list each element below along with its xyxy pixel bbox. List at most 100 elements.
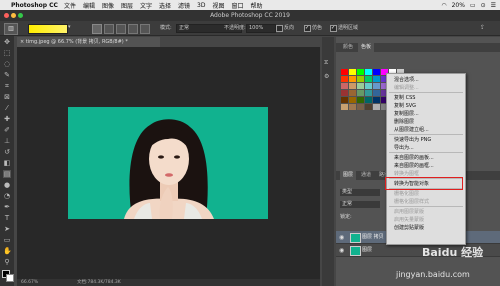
menu-filter[interactable]: 滤镜 — [178, 1, 190, 10]
menu-view[interactable]: 视图 — [212, 1, 224, 10]
gradient-tool-icon[interactable]: ▤ — [3, 170, 11, 178]
layer-filter-kind-select[interactable]: 类型 — [340, 189, 380, 196]
color-swatch[interactable] — [357, 83, 364, 89]
brush-tool-icon[interactable]: ✐ — [3, 126, 11, 134]
notification-center-icon[interactable]: ☰ — [491, 2, 496, 9]
zoom-level[interactable]: 66.67% — [21, 279, 38, 286]
document-tab[interactable]: × timg.jpeg @ 66.7% (背景 拷贝, RGB/8#) * — [17, 37, 160, 47]
color-swatch[interactable] — [341, 104, 348, 110]
stamp-tool-icon[interactable]: ⊥ — [3, 137, 11, 145]
healing-brush-tool-icon[interactable]: ✚ — [3, 115, 11, 123]
share-icon[interactable]: ⇪ — [480, 24, 485, 31]
color-swatch[interactable] — [341, 97, 348, 103]
context-menu-item[interactable]: 混合选项... — [394, 77, 419, 83]
app-name-menu[interactable]: Photoshop CC — [11, 2, 58, 9]
context-menu-item[interactable]: 导出为... — [394, 145, 414, 151]
tab-layers[interactable]: 图层 — [340, 171, 357, 180]
color-swatch[interactable] — [365, 76, 372, 82]
quick-select-tool-icon[interactable]: ✎ — [3, 71, 11, 79]
color-swatch[interactable] — [365, 69, 372, 75]
dither-checkbox[interactable]: ✓ — [304, 25, 311, 32]
context-menu-item[interactable]: 来自图层的画板... — [394, 155, 434, 161]
radial-gradient-icon[interactable] — [104, 24, 114, 34]
color-swatch[interactable] — [341, 76, 348, 82]
close-window-icon[interactable] — [4, 13, 9, 18]
context-menu-item[interactable]: 复制图层... — [394, 111, 419, 117]
tab-swatches[interactable]: 色板 — [358, 43, 375, 52]
move-tool-icon[interactable]: ✥ — [3, 38, 11, 46]
context-menu-item[interactable]: 创建剪贴蒙版 — [394, 225, 424, 231]
color-swatch[interactable] — [373, 90, 380, 96]
pen-tool-icon[interactable]: ✒ — [3, 203, 11, 211]
crop-tool-icon[interactable]: ⌗ — [3, 82, 11, 90]
color-swatch[interactable] — [373, 69, 380, 75]
context-menu-item[interactable]: 来自图层的画框... — [394, 163, 434, 169]
minimize-window-icon[interactable] — [11, 13, 16, 18]
context-menu-item[interactable]: 复制 SVG — [394, 103, 416, 109]
color-swatch[interactable] — [357, 69, 364, 75]
reflected-gradient-icon[interactable] — [128, 24, 138, 34]
layer-name[interactable]: 图层 — [362, 246, 372, 253]
visibility-eye-icon[interactable]: ◉ — [339, 247, 344, 254]
menu-layer[interactable]: 图层 — [121, 1, 133, 10]
reverse-checkbox[interactable] — [276, 25, 283, 32]
color-swatch[interactable] — [373, 104, 380, 110]
document-image[interactable] — [68, 107, 268, 219]
tab-color[interactable]: 颜色 — [340, 43, 356, 52]
color-swatch[interactable] — [365, 90, 372, 96]
color-swatch[interactable] — [341, 90, 348, 96]
eraser-tool-icon[interactable]: ◧ — [3, 159, 11, 167]
color-swatch[interactable] — [341, 83, 348, 89]
marquee-tool-icon[interactable]: ⬚ — [3, 49, 11, 57]
tool-preset-icon[interactable]: ▥ — [4, 23, 18, 35]
linear-gradient-icon[interactable] — [92, 24, 102, 34]
battery-icon[interactable]: ▭ — [470, 2, 476, 9]
color-swatch[interactable] — [349, 83, 356, 89]
visibility-eye-icon[interactable]: ◉ — [339, 234, 344, 241]
context-menu-item[interactable]: 快速导出为 PNG — [394, 137, 431, 143]
context-menu-item[interactable]: 复制 CSS — [394, 95, 415, 101]
shape-tool-icon[interactable]: ▭ — [3, 236, 11, 244]
zoom-tool-icon[interactable]: ⚲ — [3, 258, 11, 266]
tab-channels[interactable]: 通道 — [358, 171, 374, 180]
blend-mode-select[interactable]: 正常 — [340, 201, 380, 208]
history-panel-icon[interactable]: ⧖ — [324, 59, 328, 67]
frame-tool-icon[interactable]: ⊠ — [3, 93, 11, 101]
layer-name[interactable]: 图层 拷贝 — [362, 233, 384, 240]
menu-file[interactable]: 文件 — [64, 1, 76, 10]
maximize-window-icon[interactable] — [18, 13, 23, 18]
color-swatch[interactable] — [341, 69, 348, 75]
context-menu-item[interactable]: 删除图层 — [394, 119, 414, 125]
menu-edit[interactable]: 编辑 — [83, 1, 95, 10]
color-swatch[interactable] — [365, 83, 372, 89]
menu-type[interactable]: 文字 — [140, 1, 152, 10]
type-tool-icon[interactable]: T — [3, 214, 11, 222]
dodge-tool-icon[interactable]: ◔ — [3, 192, 11, 200]
color-swatch[interactable] — [349, 90, 356, 96]
gradient-preview[interactable] — [28, 24, 68, 34]
angle-gradient-icon[interactable] — [116, 24, 126, 34]
color-swatch[interactable] — [349, 69, 356, 75]
gradient-dropdown-chevron-icon[interactable]: ▾ — [68, 24, 71, 30]
menu-3d[interactable]: 3D — [197, 2, 205, 9]
color-swatch[interactable] — [349, 97, 356, 103]
history-brush-tool-icon[interactable]: ↺ — [3, 148, 11, 156]
color-swatch[interactable] — [365, 97, 372, 103]
background-color-swatch[interactable] — [6, 274, 14, 282]
context-menu-item[interactable]: 从图层建立组... — [394, 127, 429, 133]
wifi-icon[interactable]: ◠ — [441, 2, 446, 9]
color-swatch[interactable] — [349, 76, 356, 82]
diamond-gradient-icon[interactable] — [140, 24, 150, 34]
hand-tool-icon[interactable]: ✋ — [3, 247, 12, 255]
menu-select[interactable]: 选择 — [159, 1, 171, 10]
opacity-input[interactable]: 100% — [246, 24, 276, 33]
color-swatch[interactable] — [357, 104, 364, 110]
color-swatch[interactable] — [373, 97, 380, 103]
path-select-tool-icon[interactable]: ➤ — [3, 225, 11, 233]
color-swatch[interactable] — [373, 76, 380, 82]
blur-tool-icon[interactable]: ● — [3, 181, 11, 189]
menu-image[interactable]: 图像 — [102, 1, 114, 10]
color-swatch[interactable] — [349, 104, 356, 110]
properties-panel-icon[interactable]: ⚙ — [324, 73, 329, 80]
menu-window[interactable]: 窗口 — [232, 1, 244, 10]
